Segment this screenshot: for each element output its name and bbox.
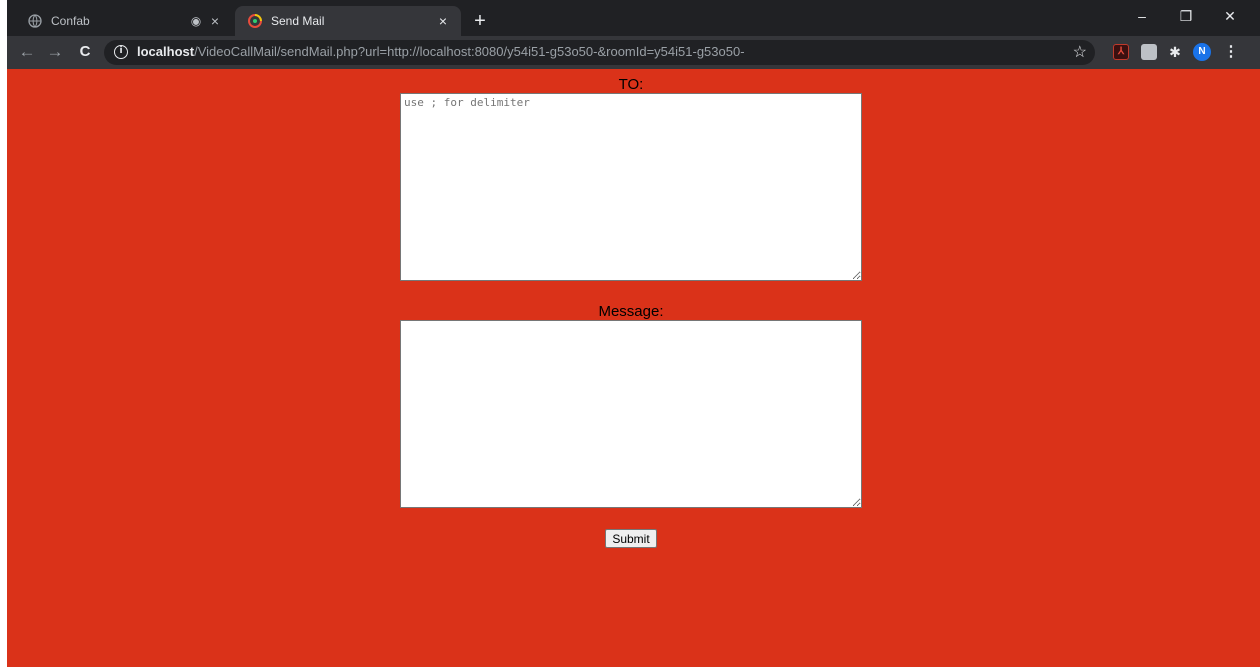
url-text[interactable]: localhost/VideoCallMail/sendMail.php?url…	[137, 44, 745, 59]
close-window-button[interactable]: ✕	[1208, 0, 1252, 32]
tab-confab[interactable]: Confab ◉ ×	[15, 6, 233, 36]
tab-title: Send Mail	[271, 14, 325, 28]
globe-icon	[27, 13, 43, 29]
browser-toolbar: ← → C i localhost/VideoCallMail/sendMail…	[7, 36, 1260, 69]
url-host: localhost	[137, 44, 195, 59]
restore-button[interactable]: ❐	[1164, 0, 1208, 32]
address-bar[interactable]: i localhost/VideoCallMail/sendMail.php?u…	[104, 40, 1095, 65]
tab-close-icon[interactable]: ×	[205, 11, 225, 31]
browser-window: Confab ◉ × Send Mail × + – ❐ ✕ ← → C i l…	[7, 0, 1260, 667]
pdf-extension-icon[interactable]: ⅄	[1113, 44, 1129, 60]
extensions-puzzle-icon[interactable]: ✱	[1166, 44, 1184, 60]
browser-menu-icon[interactable]: ⋮	[1223, 42, 1239, 62]
tab-send-mail[interactable]: Send Mail ×	[235, 6, 461, 36]
message-field[interactable]	[400, 320, 862, 508]
extension-icon[interactable]	[1141, 44, 1157, 60]
tab-close-icon[interactable]: ×	[433, 11, 453, 31]
url-path: /VideoCallMail/sendMail.php?url=http://l…	[194, 44, 745, 59]
forward-button[interactable]: →	[43, 40, 67, 64]
back-button[interactable]: ←	[15, 40, 39, 64]
minimize-button[interactable]: –	[1120, 0, 1164, 32]
send-mail-form: TO: Message: Submit	[400, 69, 862, 548]
profile-avatar[interactable]: N	[1193, 43, 1211, 61]
to-field[interactable]	[400, 93, 862, 281]
tab-audio-indicator-icon[interactable]: ◉	[187, 14, 205, 28]
new-tab-button[interactable]: +	[467, 8, 493, 34]
to-label: TO:	[618, 76, 644, 93]
submit-button[interactable]: Submit	[605, 529, 657, 548]
submit-row: Submit	[400, 529, 862, 548]
app-favicon-icon	[247, 13, 263, 29]
page-content: TO: Message: Submit	[7, 69, 1260, 667]
tab-strip: Confab ◉ × Send Mail × + – ❐ ✕	[7, 0, 1260, 36]
bookmark-star-icon[interactable]: ☆	[1073, 42, 1087, 62]
message-label: Message:	[598, 303, 664, 320]
reload-button[interactable]: C	[73, 40, 97, 64]
tab-title: Confab	[51, 14, 90, 28]
site-info-icon[interactable]: i	[114, 45, 128, 59]
